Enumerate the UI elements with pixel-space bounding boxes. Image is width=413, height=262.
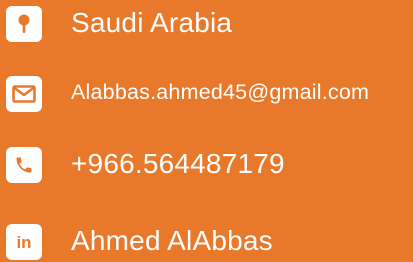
contact-email[interactable]: Alabbas.ahmed45@gmail.com [0,74,413,114]
contact-linkedin[interactable]: in Ahmed AlAbbas [0,222,413,262]
envelope-icon [6,76,42,112]
linkedin-name[interactable]: Ahmed AlAbbas [71,225,273,257]
contact-location: Saudi Arabia [0,4,413,44]
phone-number[interactable]: +966.564487179 [71,148,285,180]
phone-icon [6,147,42,183]
linkedin-icon: in [6,224,42,260]
location-text: Saudi Arabia [71,7,233,38]
map-pin-icon [6,6,42,42]
email-link[interactable]: Alabbas.ahmed45@gmail.com [71,80,369,105]
contact-phone[interactable]: +966.564487179 [0,145,413,185]
linkedin-icon-text: in [16,232,32,252]
